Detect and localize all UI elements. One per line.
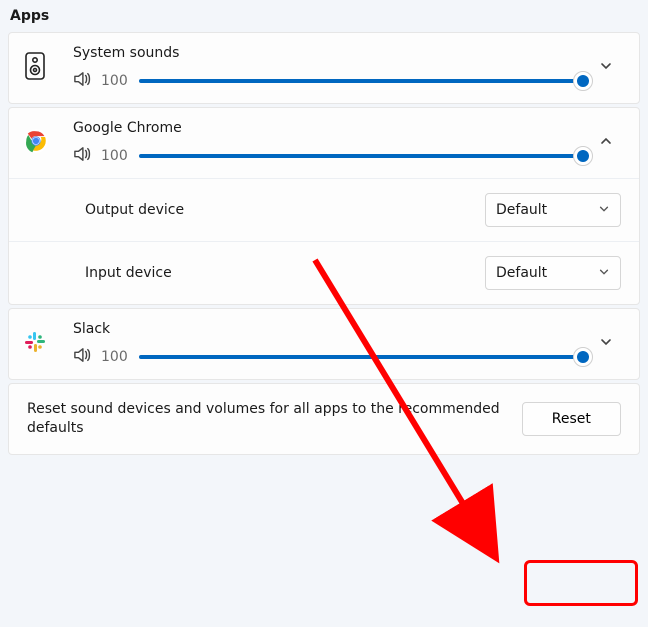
app-card-google-chrome: Google Chrome 100 Output device (8, 107, 640, 305)
chrome-icon (23, 128, 49, 158)
chevron-down-icon (598, 203, 610, 218)
volume-slider[interactable] (139, 71, 591, 91)
volume-icon[interactable] (73, 71, 91, 91)
volume-value: 100 (101, 349, 129, 365)
chevron-down-icon (598, 266, 610, 281)
input-device-value: Default (496, 265, 547, 281)
reset-description: Reset sound devices and volumes for all … (27, 400, 522, 438)
section-title: Apps (10, 8, 640, 24)
output-device-value: Default (496, 202, 547, 218)
volume-icon[interactable] (73, 347, 91, 367)
annotation-highlight (524, 560, 638, 606)
output-device-row: Output device Default (9, 178, 639, 241)
input-device-select[interactable]: Default (485, 256, 621, 290)
chevron-up-icon[interactable] (591, 134, 621, 152)
app-name: System sounds (73, 45, 591, 61)
volume-value: 100 (101, 73, 129, 89)
volume-slider[interactable] (139, 146, 591, 166)
slack-icon (23, 330, 47, 358)
output-device-label: Output device (85, 202, 485, 218)
speaker-device-icon (23, 51, 47, 85)
reset-card: Reset sound devices and volumes for all … (8, 383, 640, 455)
app-card-system-sounds: System sounds 100 (8, 32, 640, 104)
app-name: Google Chrome (73, 120, 591, 136)
app-name: Slack (73, 321, 591, 337)
volume-icon[interactable] (73, 146, 91, 166)
app-card-slack: Slack 100 (8, 308, 640, 380)
volume-value: 100 (101, 148, 129, 164)
input-device-row: Input device Default (9, 241, 639, 304)
output-device-select[interactable]: Default (485, 193, 621, 227)
chevron-down-icon[interactable] (591, 59, 621, 77)
chevron-down-icon[interactable] (591, 335, 621, 353)
input-device-label: Input device (85, 265, 485, 281)
volume-slider[interactable] (139, 347, 591, 367)
reset-button[interactable]: Reset (522, 402, 621, 436)
